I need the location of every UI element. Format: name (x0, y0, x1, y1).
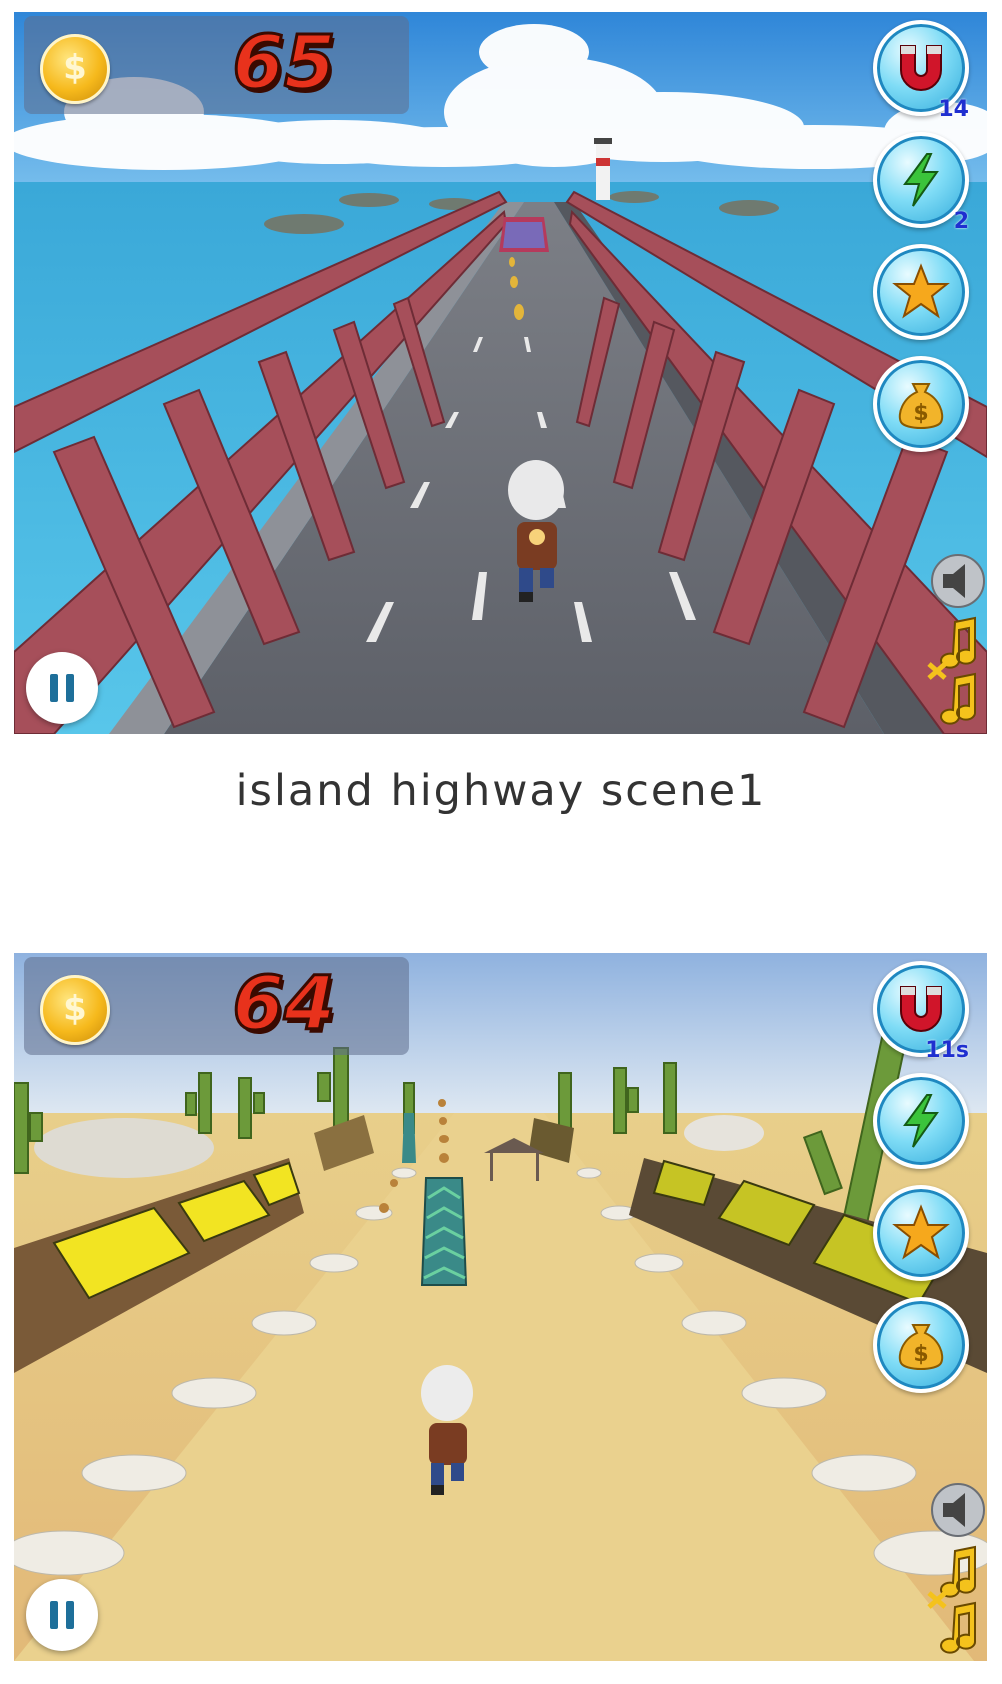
score-panel: $ 64 (24, 957, 409, 1055)
coin-icon: $ (40, 34, 110, 104)
lightning-powerup[interactable]: 2 (873, 132, 969, 234)
lightning-icon (903, 153, 939, 207)
music-muted-icon[interactable] (925, 616, 987, 728)
island-highway-scene (14, 12, 987, 734)
pause-icon (50, 674, 58, 702)
magnet-count: 14 (938, 97, 969, 122)
pause-button[interactable] (26, 1579, 98, 1651)
score-value: 64 (231, 960, 337, 1049)
star-icon (892, 1204, 950, 1260)
scene1-panel: $ 65 14 2 $ (14, 12, 987, 734)
star-icon (892, 263, 950, 319)
money-bag-icon: $ (898, 383, 944, 429)
coin-icon: $ (40, 975, 110, 1045)
music-muted-icon[interactable] (925, 1545, 987, 1657)
scene-caption: island highway scene1 (235, 766, 767, 816)
money-bag-icon: $ (898, 1324, 944, 1370)
desert-scene (14, 953, 987, 1661)
lightning-count: 2 (953, 209, 969, 234)
pause-button[interactable] (26, 652, 98, 724)
magnet-icon (900, 45, 942, 91)
star-powerup[interactable] (873, 244, 969, 340)
magnet-icon (900, 986, 942, 1032)
magnet-powerup[interactable]: 14 (873, 20, 969, 122)
lightning-powerup[interactable] (873, 1073, 969, 1169)
score-value: 65 (231, 19, 337, 108)
money-bag-powerup[interactable]: $ (873, 1297, 969, 1393)
svg-text:$: $ (913, 401, 928, 426)
magnet-timer: 11s (925, 1038, 969, 1063)
lightning-icon (903, 1094, 939, 1148)
money-bag-powerup[interactable]: $ (873, 356, 969, 452)
score-panel: $ 65 (24, 16, 409, 114)
speaker-icon[interactable] (929, 552, 987, 610)
magnet-powerup[interactable]: 11s (873, 961, 969, 1063)
scene2-panel: $ 64 11s $ (14, 953, 987, 1661)
pause-icon (50, 1601, 58, 1629)
star-powerup[interactable] (873, 1185, 969, 1281)
svg-text:$: $ (913, 1342, 928, 1367)
speaker-icon[interactable] (929, 1481, 987, 1539)
